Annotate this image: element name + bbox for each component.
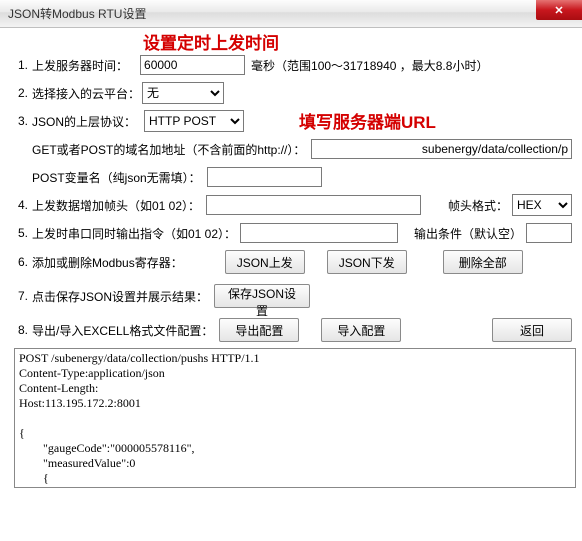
row-post-varname: POST变量名（纯json无需填）： (10, 166, 572, 188)
row3-num: 3. (10, 114, 28, 128)
row4-label: 上发数据增加帧头（如01 02）： (32, 197, 200, 214)
save-json-button[interactable]: 保存JSON设置 (214, 284, 310, 308)
url-label: GET或者POST的域名加地址（不含前面的http://）： (32, 141, 305, 158)
row2-label: 选择接入的云平台： (32, 85, 140, 102)
export-config-button[interactable]: 导出配置 (219, 318, 299, 342)
row7-label: 点击保存JSON设置并展示结果： (32, 288, 208, 305)
close-icon: ✕ (554, 4, 563, 17)
row-modbus-registers: 6. 添加或删除Modbus寄存器： JSON上发 JSON下发 删除全部 (10, 250, 572, 274)
content-area: 设置定时上发时间 填写服务器端URL 1. 上发服务器时间： 毫秒（范围100～… (0, 28, 582, 494)
row1-label: 上发服务器时间： (32, 57, 128, 74)
serial-output-input[interactable] (240, 223, 398, 243)
row8-label: 导出/导入EXCELL格式文件配置： (32, 322, 213, 339)
import-config-button[interactable]: 导入配置 (321, 318, 401, 342)
row3-label: JSON的上层协议： (32, 113, 136, 130)
upload-interval-input[interactable] (140, 55, 245, 75)
row1-num: 1. (10, 58, 28, 72)
delete-all-button[interactable]: 删除全部 (443, 250, 523, 274)
row8-num: 8. (10, 323, 28, 337)
output-cond-input[interactable] (526, 223, 572, 243)
row-frame-header: 4. 上发数据增加帧头（如01 02）： 帧头格式： HEX (10, 194, 572, 216)
row-excel-io: 8. 导出/导入EXCELL格式文件配置： 导出配置 导入配置 返回 (10, 318, 572, 342)
window-title: JSON转Modbus RTU设置 (8, 5, 146, 22)
row6-num: 6. (10, 255, 28, 269)
frame-format-select[interactable]: HEX (512, 194, 572, 216)
output-cond-label: 输出条件（默认空） (414, 225, 522, 242)
row5-label: 上发时串口同时输出指令（如01 02）： (32, 225, 236, 242)
row4-num: 4. (10, 198, 28, 212)
row-serial-output: 5. 上发时串口同时输出指令（如01 02）： 输出条件（默认空） (10, 222, 572, 244)
back-button[interactable]: 返回 (492, 318, 572, 342)
post-var-input[interactable] (207, 167, 322, 187)
row-upload-interval: 1. 上发服务器时间： 毫秒（范围100～31718940 ，最大8.8小时） (10, 54, 572, 76)
row6-label: 添加或删除Modbus寄存器： (32, 254, 183, 271)
json-download-button[interactable]: JSON下发 (327, 250, 407, 274)
row5-num: 5. (10, 226, 28, 240)
row1-suffix: 毫秒（范围100～31718940 ，最大8.8小时） (251, 57, 488, 74)
row-url: GET或者POST的域名加地址（不含前面的http://）： (10, 138, 572, 160)
titlebar: JSON转Modbus RTU设置 ✕ (0, 0, 582, 28)
row-json-protocol: 3. JSON的上层协议： HTTP POST (10, 110, 572, 132)
post-var-label: POST变量名（纯json无需填）： (32, 169, 201, 186)
http-preview[interactable]: POST /subenergy/data/collection/pushs HT… (14, 348, 576, 488)
row2-num: 2. (10, 86, 28, 100)
url-input[interactable] (311, 139, 572, 159)
json-upload-button[interactable]: JSON上发 (225, 250, 305, 274)
json-protocol-select[interactable]: HTTP POST (144, 110, 244, 132)
frame-format-label: 帧头格式： (448, 197, 508, 214)
row-save-json: 7. 点击保存JSON设置并展示结果： 保存JSON设置 (10, 284, 572, 308)
frame-header-input[interactable] (206, 195, 421, 215)
close-button[interactable]: ✕ (536, 0, 582, 20)
cloud-platform-select[interactable]: 无 (142, 82, 224, 104)
row7-num: 7. (10, 289, 28, 303)
row-cloud-platform: 2. 选择接入的云平台： 无 (10, 82, 572, 104)
